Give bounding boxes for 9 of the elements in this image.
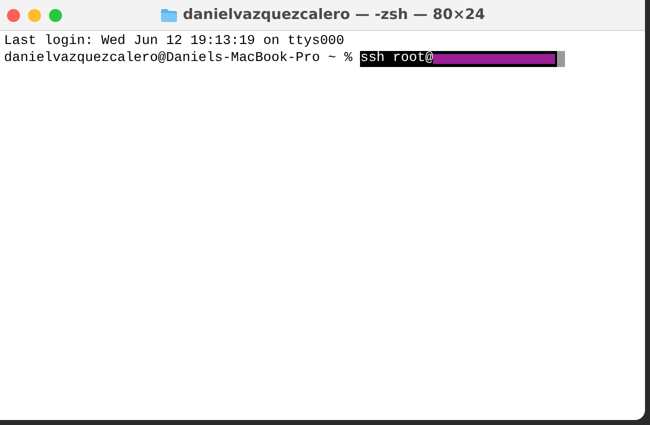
folder-icon <box>160 8 178 22</box>
shell-prompt: danielvazquezcalero@Daniels-MacBook-Pro ~ % <box>4 50 352 67</box>
window-title: danielvazquezcalero — -zsh — 80×24 <box>182 7 486 23</box>
close-button[interactable] <box>7 8 20 22</box>
terminal-line: Last login: Wed Jun 12 19:13:19 on ttys000 <box>4 33 346 50</box>
command-text: ssh root@ <box>360 50 434 67</box>
zoom-button[interactable] <box>49 8 62 22</box>
minimize-button[interactable] <box>28 8 41 22</box>
text-cursor <box>557 50 566 66</box>
